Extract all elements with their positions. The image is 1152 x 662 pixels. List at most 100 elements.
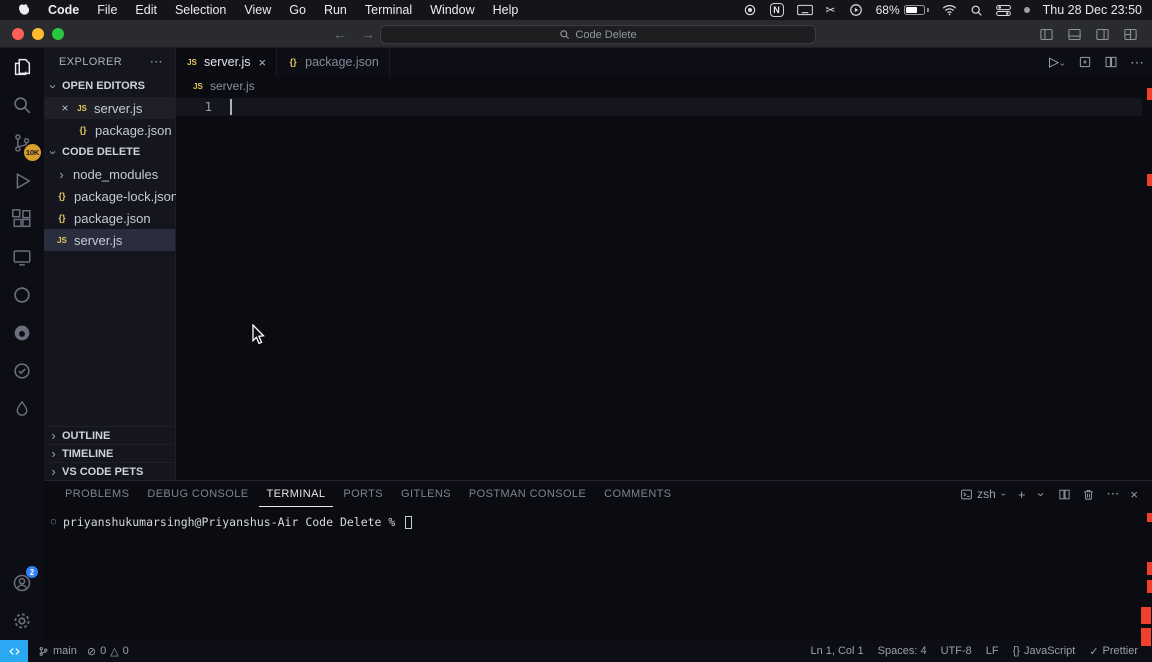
close-panel-icon[interactable]: ×: [1130, 487, 1138, 502]
tree-item-node-modules[interactable]: › node_modules: [44, 163, 175, 185]
tab-postman-console[interactable]: POSTMAN CONSOLE: [461, 481, 594, 507]
panel-more-actions-icon[interactable]: ⋯: [1106, 486, 1119, 502]
new-terminal-button[interactable]: +: [1018, 487, 1026, 502]
menubar-clock[interactable]: Thu 28 Dec 23:50: [1043, 3, 1142, 17]
github-extension-icon[interactable]: [0, 314, 44, 352]
tab-package-json[interactable]: {} package.json: [277, 48, 390, 76]
menu-edit[interactable]: Edit: [126, 0, 166, 20]
tab-gitlens[interactable]: GITLENS: [393, 481, 459, 507]
git-branch-indicator[interactable]: main: [38, 645, 77, 657]
close-editor-icon[interactable]: ×: [60, 101, 70, 115]
split-editor-icon[interactable]: [1104, 55, 1118, 69]
shell-picker[interactable]: zsh ›: [960, 487, 1009, 501]
open-changes-icon[interactable]: [1078, 55, 1092, 69]
close-window-button[interactable]: [12, 28, 24, 40]
code-editor[interactable]: 1: [176, 96, 1152, 480]
tab-terminal[interactable]: TERMINAL: [259, 481, 334, 507]
open-editor-package-json[interactable]: {} package.json: [44, 119, 175, 141]
remote-explorer-icon[interactable]: [0, 238, 44, 276]
extensions-icon[interactable]: [0, 200, 44, 238]
source-control-icon[interactable]: 10K: [0, 124, 44, 162]
remote-indicator[interactable]: [0, 640, 28, 662]
apple-menu-icon[interactable]: [10, 3, 39, 17]
problems-indicator[interactable]: ⊘ 0 △ 0: [87, 645, 129, 658]
menu-selection[interactable]: Selection: [166, 0, 235, 20]
encoding[interactable]: UTF-8: [941, 645, 972, 657]
scissors-icon[interactable]: ✂: [826, 3, 836, 17]
tab-problems[interactable]: PROBLEMS: [57, 481, 137, 507]
tab-debug-console[interactable]: DEBUG CONSOLE: [139, 481, 256, 507]
tab-comments[interactable]: COMMENTS: [596, 481, 679, 507]
command-center-search[interactable]: Code Delete: [380, 25, 816, 44]
menu-extra-dot-icon[interactable]: [1023, 7, 1030, 13]
status-circle-icon[interactable]: [743, 3, 757, 17]
timeline-section[interactable]: › TIMELINE: [44, 444, 175, 462]
menu-window[interactable]: Window: [421, 0, 483, 20]
chevron-down-icon[interactable]: ›: [1034, 489, 1049, 500]
menu-help[interactable]: Help: [484, 0, 528, 20]
close-tab-icon[interactable]: ×: [259, 55, 267, 70]
open-editors-section[interactable]: › OPEN EDITORS: [44, 75, 175, 97]
open-editor-server-js[interactable]: × JS server.js: [44, 97, 175, 119]
menu-file[interactable]: File: [88, 0, 126, 20]
chevron-right-icon: ›: [51, 446, 56, 461]
menu-view[interactable]: View: [235, 0, 280, 20]
tree-item-package-json[interactable]: {} package.json: [44, 207, 175, 229]
run-debug-icon[interactable]: [0, 162, 44, 200]
kill-terminal-icon[interactable]: [1082, 488, 1095, 501]
chevron-down-icon: ›: [46, 149, 61, 155]
zoom-window-button[interactable]: [52, 28, 64, 40]
explorer-more-actions-icon[interactable]: ⋯: [150, 54, 163, 70]
play-circle-icon[interactable]: [849, 3, 863, 17]
workspace-section[interactable]: › CODE DELETE: [44, 141, 175, 163]
menu-run[interactable]: Run: [315, 0, 356, 20]
flame-extension-icon[interactable]: [0, 390, 44, 428]
menu-terminal[interactable]: Terminal: [356, 0, 421, 20]
tree-item-server-js[interactable]: JS server.js: [44, 229, 175, 251]
tab-server-js[interactable]: JS server.js ×: [176, 48, 278, 76]
tree-item-label: package-lock.json: [74, 188, 179, 204]
error-icon: ⊘: [86, 645, 97, 658]
control-center-icon[interactable]: [995, 4, 1011, 17]
prettier-status[interactable]: ✓ Prettier: [1089, 645, 1138, 658]
toggle-sidebar-icon[interactable]: [1039, 27, 1054, 42]
indentation[interactable]: Spaces: 4: [878, 645, 927, 657]
accounts-icon[interactable]: 2: [0, 564, 44, 602]
settings-gear-icon[interactable]: [0, 602, 44, 640]
docker-extension-icon[interactable]: [0, 276, 44, 314]
vscode-pets-section[interactable]: › VS CODE PETS: [44, 462, 175, 480]
tab-ports[interactable]: PORTS: [335, 481, 391, 507]
more-actions-icon[interactable]: ⋯: [1130, 54, 1144, 71]
keyboard-icon[interactable]: [796, 4, 813, 16]
wifi-icon[interactable]: [942, 4, 957, 16]
search-icon[interactable]: [0, 86, 44, 124]
navigate-back-button[interactable]: ←: [333, 26, 347, 42]
minimize-window-button[interactable]: [32, 28, 44, 40]
terminal-icon: [961, 489, 972, 499]
cursor-position[interactable]: Ln 1, Col 1: [810, 645, 863, 657]
explorer-icon[interactable]: [0, 48, 44, 86]
tree-item-package-lock-json[interactable]: {} package-lock.json: [44, 185, 179, 207]
breadcrumb[interactable]: JS server.js: [176, 76, 1152, 96]
customize-layout-icon[interactable]: [1123, 27, 1138, 42]
outline-section[interactable]: › OUTLINE: [44, 426, 175, 444]
screen-artifact: [1141, 628, 1151, 646]
run-code-button[interactable]: ▷ ›: [1049, 54, 1068, 70]
testing-extension-icon[interactable]: [0, 352, 44, 390]
eol-sequence[interactable]: LF: [986, 645, 999, 657]
navigate-forward-button[interactable]: →: [361, 26, 375, 42]
menu-app[interactable]: Code: [39, 0, 88, 20]
language-mode[interactable]: {} JavaScript: [1013, 645, 1076, 657]
toggle-panel-icon[interactable]: [1067, 27, 1082, 42]
tree-item-label: server.js: [74, 232, 123, 248]
menu-go[interactable]: Go: [280, 0, 315, 20]
split-terminal-icon[interactable]: [1058, 488, 1071, 501]
battery-icon: [903, 5, 925, 15]
current-line-highlight: [176, 98, 1142, 116]
panel-tab-bar: PROBLEMS DEBUG CONSOLE TERMINAL PORTS GI…: [44, 481, 1152, 507]
toggle-secondary-sidebar-icon[interactable]: [1095, 27, 1110, 42]
notion-icon[interactable]: N: [769, 3, 784, 17]
battery-indicator[interactable]: 68%: [876, 3, 929, 17]
terminal-content[interactable]: ○ priyanshukumarsingh@Priyanshus-Air Cod…: [44, 507, 1152, 529]
spotlight-search-icon[interactable]: [970, 4, 983, 17]
